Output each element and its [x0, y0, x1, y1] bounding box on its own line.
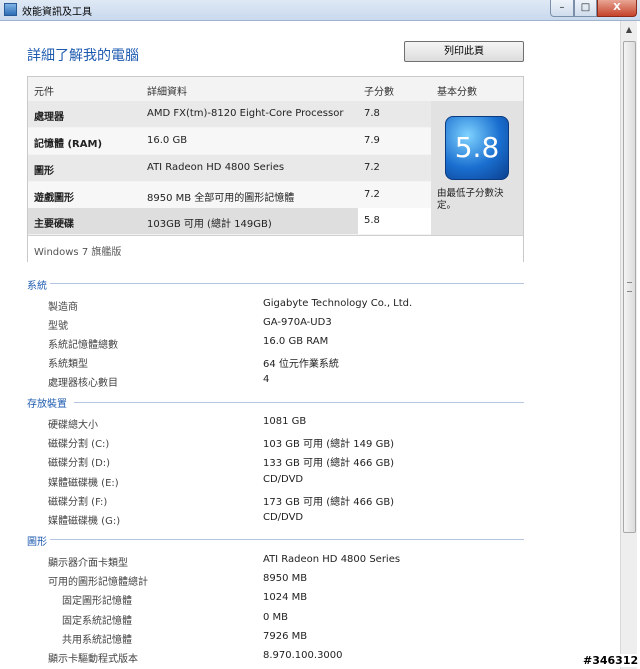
title-bar: 效能資訊及工具 – □ X — [0, 0, 640, 21]
section-divider — [74, 402, 524, 403]
info-label: 媒體磁碟機 (G:) — [48, 516, 121, 527]
component-subscore: 7.2 — [364, 189, 380, 200]
column-header-component: 元件 — [34, 87, 54, 98]
section-divider — [50, 539, 524, 540]
section-title-storage: 存放裝置 — [27, 399, 67, 410]
info-label: 系統記憶體總數 — [48, 340, 118, 351]
component-detail: 8950 MB 全部可用的圖形記憶體 — [147, 193, 295, 204]
component-label: 處理器 — [34, 112, 64, 123]
info-label: 共用系統記憶體 — [62, 635, 132, 646]
info-value: 7926 MB — [263, 631, 308, 642]
column-header-subscore: 子分數 — [364, 87, 394, 98]
info-value: 0 MB — [263, 612, 289, 623]
info-value: CD/DVD — [263, 512, 304, 523]
info-label: 顯示器介面卡類型 — [48, 558, 128, 569]
info-label: 磁碟分割 (D:) — [48, 458, 111, 469]
info-label: 處理器核心數目 — [48, 378, 118, 389]
score-row-gaming-graphics: 遊戲圖形 8950 MB 全部可用的圖形記憶體 7.2 — [28, 182, 431, 208]
windows-edition-row: Windows 7 旗艦版 — [28, 235, 523, 262]
info-value: GA-970A-UD3 — [263, 317, 332, 328]
info-label: 硬碟總大小 — [48, 420, 98, 431]
info-value: CD/DVD — [263, 474, 304, 485]
maximize-button[interactable]: □ — [574, 0, 597, 17]
grip-icon — [627, 282, 632, 292]
windows-edition: Windows 7 旗艦版 — [34, 247, 122, 258]
component-subscore: 5.8 — [364, 215, 380, 226]
minimize-button[interactable]: – — [550, 0, 574, 17]
info-value: 8.970.100.3000 — [263, 650, 343, 661]
score-panel: 元件 詳細資料 子分數 基本分數 處理器 AMD FX(tm)-8120 Eig… — [27, 76, 524, 262]
base-score-note: 由最低子分數決定。 — [437, 188, 504, 211]
component-subscore: 7.2 — [364, 162, 380, 173]
score-row-primary-disk: 主要硬碟 103GB 可用 (總計 149GB) 5.8 — [28, 208, 431, 234]
score-row-processor: 處理器 AMD FX(tm)-8120 Eight-Core Processor… — [28, 101, 431, 127]
info-value: 1081 GB — [263, 416, 307, 427]
component-label: 記憶體 (RAM) — [34, 139, 103, 150]
print-page-button[interactable]: 列印此頁 — [404, 41, 524, 62]
component-detail: AMD FX(tm)-8120 Eight-Core Processor — [147, 108, 344, 119]
scrollbar-thumb[interactable] — [623, 41, 636, 533]
info-label: 系統類型 — [48, 359, 88, 370]
info-label: 型號 — [48, 321, 68, 332]
base-score-column: 5.8 由最低子分數決定。 — [431, 101, 523, 235]
info-value: Gigabyte Technology Co., Ltd. — [263, 298, 413, 309]
component-label: 主要硬碟 — [34, 219, 74, 230]
page-title: 詳細了解我的電腦 — [27, 48, 139, 64]
info-label: 磁碟分割 (C:) — [48, 439, 110, 450]
vertical-scrollbar[interactable]: ▲ — [620, 21, 637, 669]
info-label: 可用的圖形記憶體總計 — [48, 577, 148, 588]
info-value: 133 GB 可用 (總計 466 GB) — [263, 458, 395, 469]
component-subscore: 7.9 — [364, 135, 380, 146]
component-detail: 16.0 GB — [147, 135, 188, 146]
component-detail: 103GB 可用 (總計 149GB) — [147, 219, 272, 230]
section-divider — [50, 283, 524, 284]
info-value: 64 位元作業系統 — [263, 359, 339, 370]
info-value: 8950 MB — [263, 573, 308, 584]
close-button[interactable]: X — [597, 0, 637, 17]
info-value: 103 GB 可用 (總計 149 GB) — [263, 439, 395, 450]
score-row-graphics: 圖形 ATI Radeon HD 4800 Series 7.2 — [28, 155, 431, 181]
component-subscore: 7.8 — [364, 108, 380, 119]
window-title: 效能資訊及工具 — [22, 7, 92, 18]
base-score-badge: 5.8 — [445, 116, 509, 180]
column-header-base-score: 基本分數 — [437, 87, 477, 98]
info-label: 媒體磁碟機 (E:) — [48, 478, 119, 489]
info-label: 顯示卡驅動程式版本 — [48, 654, 138, 665]
score-row-memory: 記憶體 (RAM) 16.0 GB 7.9 — [28, 128, 431, 154]
component-label: 圖形 — [34, 166, 54, 177]
info-value: 16.0 GB RAM — [263, 336, 329, 347]
info-label: 磁碟分割 (F:) — [48, 497, 108, 508]
info-label: 固定系統記憶體 — [62, 616, 132, 627]
component-label: 遊戲圖形 — [34, 193, 74, 204]
watermark: #346312 — [581, 654, 640, 667]
column-header-detail: 詳細資料 — [147, 87, 187, 98]
info-label: 製造商 — [48, 302, 78, 313]
section-title-graphics: 圖形 — [27, 537, 47, 548]
component-detail: ATI Radeon HD 4800 Series — [147, 162, 285, 173]
section-title-system: 系統 — [27, 281, 47, 292]
performance-app-icon — [4, 3, 17, 16]
scroll-up-arrow-icon[interactable]: ▲ — [623, 24, 635, 36]
info-value: 173 GB 可用 (總計 466 GB) — [263, 497, 395, 508]
info-value: 1024 MB — [263, 592, 308, 603]
info-value: 4 — [263, 374, 270, 385]
info-value: ATI Radeon HD 4800 Series — [263, 554, 401, 565]
info-label: 固定圖形記憶體 — [62, 596, 132, 607]
